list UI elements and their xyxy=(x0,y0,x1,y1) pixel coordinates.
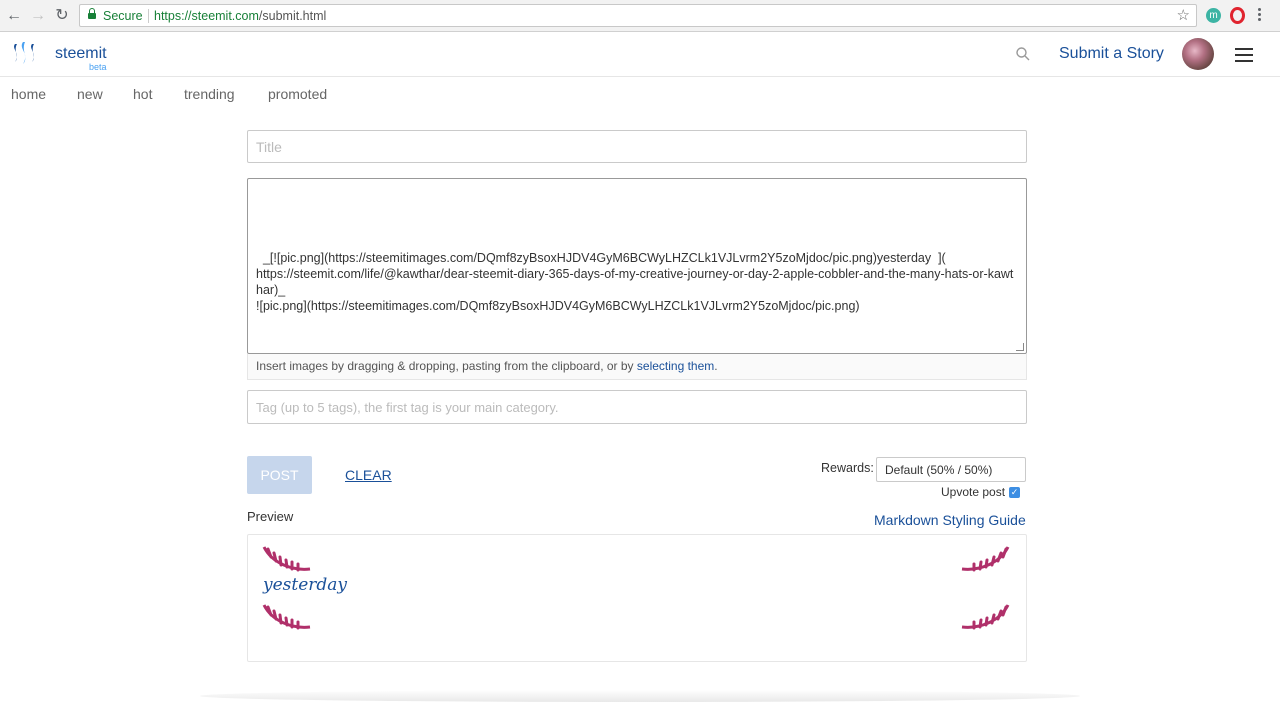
opera-extension-icon[interactable] xyxy=(1230,7,1245,24)
address-bar[interactable]: Secure https://steemit.com/submit.html ☆ xyxy=(79,4,1197,27)
markdown-guide-link[interactable]: Markdown Styling Guide xyxy=(874,512,1026,528)
pic-image[interactable] xyxy=(262,543,312,573)
pic-image[interactable] xyxy=(262,601,312,631)
image-dropzone[interactable]: Insert images by dragging & dropping, pa… xyxy=(247,354,1027,380)
subnav-hot[interactable]: hot xyxy=(133,86,152,102)
dropzone-text: Insert images by dragging & dropping, pa… xyxy=(256,359,637,373)
secure-label: Secure xyxy=(103,9,143,23)
browser-menu-icon[interactable] xyxy=(1258,8,1262,23)
rewards-select[interactable]: Default (50% / 50%) xyxy=(876,457,1026,482)
back-arrow-icon[interactable]: ← xyxy=(4,6,24,26)
subnav-home[interactable]: home xyxy=(11,86,46,102)
preview-heading: Preview xyxy=(247,509,294,524)
hamburger-menu-icon[interactable] xyxy=(1235,48,1253,66)
pic-image[interactable] xyxy=(960,543,1010,573)
forward-arrow-icon[interactable]: → xyxy=(28,6,48,26)
search-icon[interactable] xyxy=(1015,46,1031,62)
resize-grip-icon[interactable] xyxy=(1016,343,1024,351)
sub-navigation: home new hot trending promoted xyxy=(0,86,1280,106)
reload-icon[interactable]: ↻ xyxy=(52,6,72,26)
preview-yesterday-link[interactable]: yesterday xyxy=(263,575,347,595)
subnav-promoted[interactable]: promoted xyxy=(268,86,327,102)
url-text[interactable]: https://steemit.com/submit.html xyxy=(154,9,326,23)
upvote-post-label: Upvote post xyxy=(941,485,1006,499)
browser-toolbar: ← → ↻ Secure https://steemit.com/submit.… xyxy=(0,0,1280,32)
title-input[interactable] xyxy=(247,130,1027,163)
beta-label: beta xyxy=(89,62,107,72)
steemit-logo-icon[interactable] xyxy=(11,40,43,68)
extension-m-icon[interactable]: m xyxy=(1206,8,1221,23)
url-host: https://steemit.com xyxy=(154,9,259,23)
select-images-link[interactable]: selecting them xyxy=(637,359,714,373)
rewards-label: Rewards: xyxy=(821,461,874,475)
omnibox-divider xyxy=(148,9,149,23)
brand-name[interactable]: steemit xyxy=(55,45,107,63)
bookmark-star-icon[interactable]: ☆ xyxy=(1177,6,1190,24)
subnav-new[interactable]: new xyxy=(77,86,103,102)
tag-input[interactable] xyxy=(247,390,1027,424)
post-body-text: _[![pic.png](https://steemitimages.com/D… xyxy=(256,251,1014,313)
page-bottom-shadow xyxy=(200,690,1080,702)
clear-button[interactable]: CLEAR xyxy=(345,467,392,483)
post-button[interactable]: POST xyxy=(247,456,312,494)
rewards-selected-value: Default (50% / 50%) xyxy=(885,463,993,477)
post-body-textarea[interactable]: _[![pic.png](https://steemitimages.com/D… xyxy=(247,178,1027,354)
lock-icon xyxy=(88,8,96,20)
dropzone-end: . xyxy=(714,359,718,373)
site-header: steemit beta Submit a Story xyxy=(0,32,1280,77)
preview-panel: yesterday xyxy=(247,534,1027,662)
url-path: /submit.html xyxy=(258,9,327,23)
submit-story-link[interactable]: Submit a Story xyxy=(1059,45,1164,63)
upvote-post-checkbox[interactable]: ✓ xyxy=(1009,487,1020,498)
pic-image[interactable] xyxy=(960,601,1010,631)
avatar[interactable] xyxy=(1182,38,1214,70)
subnav-trending[interactable]: trending xyxy=(184,86,235,102)
